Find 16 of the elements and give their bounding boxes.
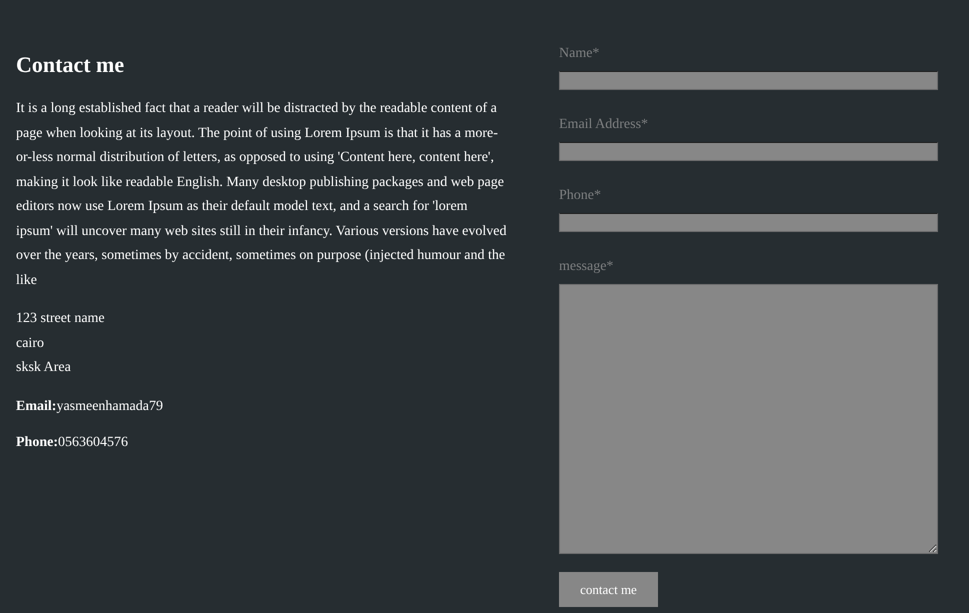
submit-button[interactable]: contact me	[559, 572, 658, 607]
message-field[interactable]	[559, 284, 938, 554]
input-field[interactable]	[559, 71, 938, 90]
address-line: sksk Area	[16, 360, 71, 375]
section-title: Contact me	[16, 51, 126, 79]
field-label: Email Address*	[559, 116, 648, 134]
field-label: message*	[559, 258, 614, 276]
input-field[interactable]	[559, 142, 938, 161]
address-line: 123 street name	[16, 311, 105, 326]
contact-detail: Phone:0563604576	[16, 434, 128, 450]
contact-detail: Email:yasmeenhamada79	[16, 398, 163, 414]
field-label: Name*	[559, 45, 600, 63]
input-field[interactable]	[559, 213, 938, 232]
field-label: Phone*	[559, 187, 601, 205]
intro-paragraph: It is a long established fact that a reader will be distracted by the readable content of a page when looking at its layout. The point of using Lorem Ipsum is that it has a more-or-less normal distribution of letters, as opposed to using 'Content here, content here', making it look like readable English. Many desktop publishing packages and web page editors now use Lorem Ipsum as their default model text, and a search for 'lorem ipsum' will uncover many web sites still in their infancy. Various versions have evolved over the years, sometimes by accident, sometimes on purpose (injected humour and the like	[16, 100, 507, 290]
address-line: cairo	[16, 336, 44, 350]
